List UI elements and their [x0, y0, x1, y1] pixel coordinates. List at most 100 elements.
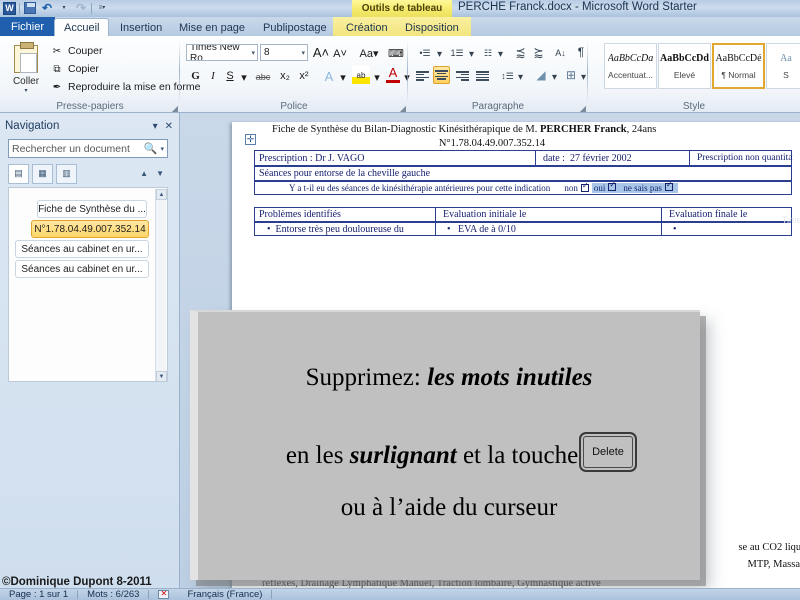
chevron-down-icon[interactable]: ▾: [251, 49, 255, 57]
line-spacing-button[interactable]: ↕☰: [498, 67, 517, 85]
paste-dropdown-icon[interactable]: ▾: [24, 87, 27, 94]
checkbox-yes[interactable]: [608, 182, 617, 191]
word-logo-icon[interactable]: W: [3, 1, 16, 15]
chevron-down-icon[interactable]: ▾: [301, 49, 305, 57]
search-input[interactable]: Rechercher un document 🔍 ▾: [8, 139, 168, 158]
bold-button[interactable]: G: [188, 67, 203, 85]
subscript-button[interactable]: x₂: [277, 67, 293, 85]
style-item-eleve[interactable]: AaBbCcDd Elevé: [658, 43, 711, 89]
grow-font-button[interactable]: A˄: [312, 43, 330, 61]
nav-heading-item-4[interactable]: Séances au cabinet en ur...: [15, 260, 149, 278]
close-icon[interactable]: ✕: [165, 121, 173, 132]
cell-quantitative: Prescription non quantitat: [697, 153, 793, 163]
option-unknown-group[interactable]: ne sais pas: [621, 182, 678, 193]
tab-accueil[interactable]: Accueil: [54, 18, 110, 37]
tab-publipostage[interactable]: Publipostage: [254, 18, 336, 37]
change-case-button[interactable]: Aa▾: [356, 44, 382, 62]
style-item-normal[interactable]: AaBbCcDé ¶ Normal: [712, 43, 765, 89]
text-effects-button[interactable]: A: [322, 67, 336, 85]
justify-button[interactable]: [474, 67, 491, 85]
tab-mise-en-page[interactable]: Mise en page: [170, 18, 254, 37]
customize-qat-icon[interactable]: ≡▾: [95, 1, 109, 15]
nav-heading-item-1[interactable]: Fiche de Synthèse du ...: [37, 200, 147, 218]
scroll-down-icon[interactable]: ▼: [156, 371, 167, 381]
multilevel-list-button[interactable]: ☷: [478, 44, 498, 62]
shading-dropdown-icon[interactable]: ▾: [550, 68, 559, 86]
chevron-down-icon[interactable]: ▾: [153, 121, 158, 132]
style-item-accentuation[interactable]: AaBbCcDa Accentuat...: [604, 43, 657, 89]
clipboard-dialog-launcher[interactable]: ◢: [172, 104, 178, 113]
tab-fichier[interactable]: Fichier: [0, 17, 56, 37]
style-item-next[interactable]: Aa S: [766, 43, 800, 89]
status-page[interactable]: Page : 1 sur 1: [0, 589, 77, 600]
overlay-line-2-emphasis: surlignant: [349, 442, 457, 469]
cut-button[interactable]: ✂ Couper: [50, 44, 103, 58]
bullets-button[interactable]: •☰: [414, 44, 436, 62]
browse-results-tab[interactable]: ▥: [56, 163, 77, 184]
tab-creation[interactable]: Création: [337, 18, 397, 37]
navigation-scrollbar[interactable]: ▲ ▼: [155, 189, 167, 381]
search-icon[interactable]: 🔍: [144, 142, 158, 155]
superscript-button[interactable]: x²: [296, 67, 312, 85]
bullets-dropdown-icon[interactable]: ▾: [435, 45, 444, 63]
tab-insertion[interactable]: Insertion: [111, 18, 171, 37]
text-effects-dropdown-icon[interactable]: ▾: [338, 68, 348, 86]
strikethrough-button[interactable]: abc: [253, 68, 273, 86]
checkbox-no[interactable]: [580, 182, 589, 192]
navigation-heading-list[interactable]: Fiche de Synthèse du ... N°1.78.04.49.00…: [8, 187, 168, 382]
table-row[interactable]: Y a t-il eu des séances de kinésithérapi…: [254, 181, 792, 195]
redo-icon[interactable]: ↷: [74, 1, 88, 15]
borders-button[interactable]: ⊞: [562, 66, 580, 84]
align-left-button[interactable]: [414, 67, 431, 85]
spelling-errors-icon[interactable]: [149, 589, 178, 599]
align-right-button[interactable]: [454, 67, 471, 85]
increase-indent-button[interactable]: ⪸: [530, 43, 547, 61]
paste-button[interactable]: Coller ▾: [6, 41, 46, 97]
clear-formatting-button[interactable]: ⌨: [388, 44, 404, 62]
multilevel-dropdown-icon[interactable]: ▾: [496, 45, 505, 63]
underline-button[interactable]: S: [223, 67, 237, 85]
format-painter-button[interactable]: ✒ Reproduire la mise en forme: [50, 80, 201, 94]
table-row[interactable]: • Entorse très peu douloureuse du • EVA …: [254, 222, 792, 236]
browse-pages-tab[interactable]: ▦: [32, 163, 53, 184]
text-highlight-button[interactable]: ab: [352, 66, 370, 84]
shading-button[interactable]: ◢: [532, 66, 550, 84]
font-name-input[interactable]: Times New Ro ▾: [186, 44, 258, 61]
status-words[interactable]: Mots : 6/263: [78, 589, 148, 600]
underline-dropdown-icon[interactable]: ▾: [239, 68, 249, 86]
align-center-button[interactable]: [433, 66, 450, 84]
table-row[interactable]: Séances pour entorse de la cheville gauc…: [254, 166, 792, 181]
numbering-dropdown-icon[interactable]: ▾: [467, 45, 476, 63]
text-highlight-dropdown-icon[interactable]: ▾: [372, 68, 382, 86]
show-marks-button[interactable]: ¶: [574, 43, 588, 61]
undo-icon[interactable]: ↶: [40, 1, 54, 15]
status-language[interactable]: Français (France): [178, 589, 271, 600]
undo-dropdown-icon[interactable]: ▾: [57, 1, 71, 15]
shrink-font-button[interactable]: A˅: [332, 45, 348, 63]
line-spacing-dropdown-icon[interactable]: ▾: [516, 68, 525, 86]
italic-button[interactable]: I: [206, 67, 220, 85]
table-row[interactable]: Prescription : Dr J. VAGO date : 27 févr…: [254, 150, 793, 166]
browse-headings-tab[interactable]: ▤: [8, 163, 29, 184]
numbering-button[interactable]: 1☰: [446, 44, 468, 62]
font-dialog-launcher[interactable]: ◢: [400, 104, 406, 113]
checkbox-unknown[interactable]: [664, 182, 673, 191]
decrease-indent-button[interactable]: ⪷: [512, 43, 529, 61]
copy-button[interactable]: ⧉ Copier: [50, 62, 99, 76]
table-move-handle-icon[interactable]: ✛: [245, 134, 256, 145]
delete-key-graphic[interactable]: Delete: [579, 432, 637, 472]
font-color-button[interactable]: A: [386, 65, 400, 83]
next-result-icon[interactable]: ▼: [156, 169, 164, 178]
sort-button[interactable]: A↓: [552, 44, 569, 62]
font-size-input[interactable]: 8 ▾: [260, 44, 308, 61]
option-yes-group[interactable]: oui: [591, 182, 622, 193]
nav-heading-item-2[interactable]: N°1.78.04.49.007.352.14: [31, 220, 149, 238]
nav-heading-item-3[interactable]: Séances au cabinet en ur...: [15, 240, 149, 258]
chevron-down-icon[interactable]: ▾: [160, 145, 164, 153]
table-row[interactable]: Problèmes identifiés Evaluation initiale…: [254, 207, 792, 222]
previous-result-icon[interactable]: ▲: [140, 169, 148, 178]
scroll-up-icon[interactable]: ▲: [156, 189, 167, 200]
save-icon[interactable]: [23, 1, 37, 15]
paragraph-dialog-launcher[interactable]: ◢: [580, 104, 586, 113]
tab-disposition[interactable]: Disposition: [396, 18, 468, 37]
